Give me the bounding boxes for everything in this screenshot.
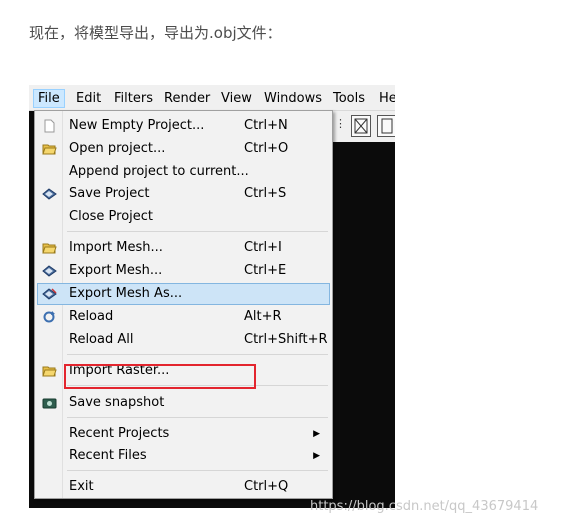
file-dropdown-menu: New Empty Project... Ctrl+N Open project… [34, 110, 333, 499]
open-folder-icon [42, 241, 57, 255]
save-diamond-icon [42, 187, 57, 201]
menu-help[interactable]: He [375, 89, 395, 108]
menu-item-label: Append project to current... [69, 164, 249, 179]
menu-item-close-project[interactable]: Close Project [37, 206, 330, 228]
menu-item-shortcut: Ctrl+S [244, 186, 287, 201]
menu-item-label: Close Project [69, 209, 154, 224]
menu-separator [67, 470, 328, 471]
toolbar: ⋮ [331, 111, 395, 142]
menu-windows[interactable]: Windows [260, 89, 326, 108]
menu-item-shortcut: Ctrl+Shift+R [244, 332, 328, 347]
menu-item-label: Open project... [69, 141, 166, 156]
meshlab-screenshot: File Edit Filters Render View Windows To… [29, 85, 395, 508]
menu-file[interactable]: File [33, 89, 65, 108]
menu-item-shortcut: Ctrl+Q [244, 479, 289, 494]
menu-item-reload[interactable]: Reload Alt+R [37, 306, 330, 328]
menu-item-exit[interactable]: Exit Ctrl+Q [37, 476, 330, 498]
menu-edit[interactable]: Edit [72, 89, 105, 108]
menu-item-label: Recent Files [69, 448, 147, 463]
menu-item-append-project[interactable]: Append project to current... [37, 161, 330, 183]
menu-item-shortcut: Ctrl+E [244, 263, 287, 278]
menu-item-label: Save snapshot [69, 395, 165, 410]
save-as-diamond-icon [42, 287, 57, 301]
menu-item-new-empty-project[interactable]: New Empty Project... Ctrl+N [37, 115, 330, 137]
menu-separator [67, 417, 328, 418]
menubar: File Edit Filters Render View Windows To… [29, 85, 395, 111]
menu-item-label: Exit [69, 479, 94, 494]
menu-separator [67, 231, 328, 232]
submenu-arrow-icon: ▶ [313, 429, 320, 439]
blank-page-icon [42, 119, 57, 133]
menu-item-label: Export Mesh As... [69, 286, 183, 301]
menu-item-label: New Empty Project... [69, 118, 205, 133]
menu-item-recent-files[interactable]: Recent Files ▶ [37, 445, 330, 467]
menu-item-save-snapshot[interactable]: Save snapshot [37, 392, 330, 414]
menu-render[interactable]: Render [160, 89, 214, 108]
menu-item-label: Reload [69, 309, 114, 324]
menu-item-save-project[interactable]: Save Project Ctrl+S [37, 183, 330, 205]
menu-item-export-mesh-as[interactable]: Export Mesh As... [37, 283, 330, 305]
menu-item-shortcut: Ctrl+N [244, 118, 288, 133]
menu-item-open-project[interactable]: Open project... Ctrl+O [37, 138, 330, 160]
menu-item-shortcut: Ctrl+O [244, 141, 289, 156]
menu-item-label: Save Project [69, 186, 150, 201]
menu-item-reload-all[interactable]: Reload All Ctrl+Shift+R [37, 329, 330, 351]
open-folder-icon [42, 364, 57, 378]
watermark-url: https://blog.csdn.net/qq_43679414 [310, 499, 539, 514]
menu-item-label: Reload All [69, 332, 134, 347]
submenu-arrow-icon: ▶ [313, 451, 320, 461]
menu-item-label: Export Mesh... [69, 263, 163, 278]
menu-item-shortcut: Alt+R [244, 309, 282, 324]
article-caption: 现在，将模型导出，导出为.obj文件： [29, 24, 282, 42]
open-folder-icon [42, 142, 57, 156]
menu-item-label: Import Mesh... [69, 240, 163, 255]
bounding-box-icon[interactable] [351, 115, 371, 137]
menu-item-shortcut: Ctrl+I [244, 240, 282, 255]
annotation-highlight-box [64, 364, 256, 389]
menu-filters[interactable]: Filters [110, 89, 157, 108]
camera-icon [42, 396, 57, 410]
menu-view[interactable]: View [217, 89, 256, 108]
reload-icon [42, 310, 57, 324]
wireframe-icon[interactable] [377, 115, 395, 137]
menu-separator [67, 354, 328, 355]
menu-item-export-mesh[interactable]: Export Mesh... Ctrl+E [37, 260, 330, 282]
dots-icon[interactable]: ⋮ [335, 117, 346, 130]
menu-item-label: Recent Projects [69, 426, 170, 441]
menu-item-recent-projects[interactable]: Recent Projects ▶ [37, 423, 330, 445]
save-diamond-icon [42, 264, 57, 278]
menu-item-import-mesh[interactable]: Import Mesh... Ctrl+I [37, 237, 330, 259]
menu-tools[interactable]: Tools [329, 89, 369, 108]
